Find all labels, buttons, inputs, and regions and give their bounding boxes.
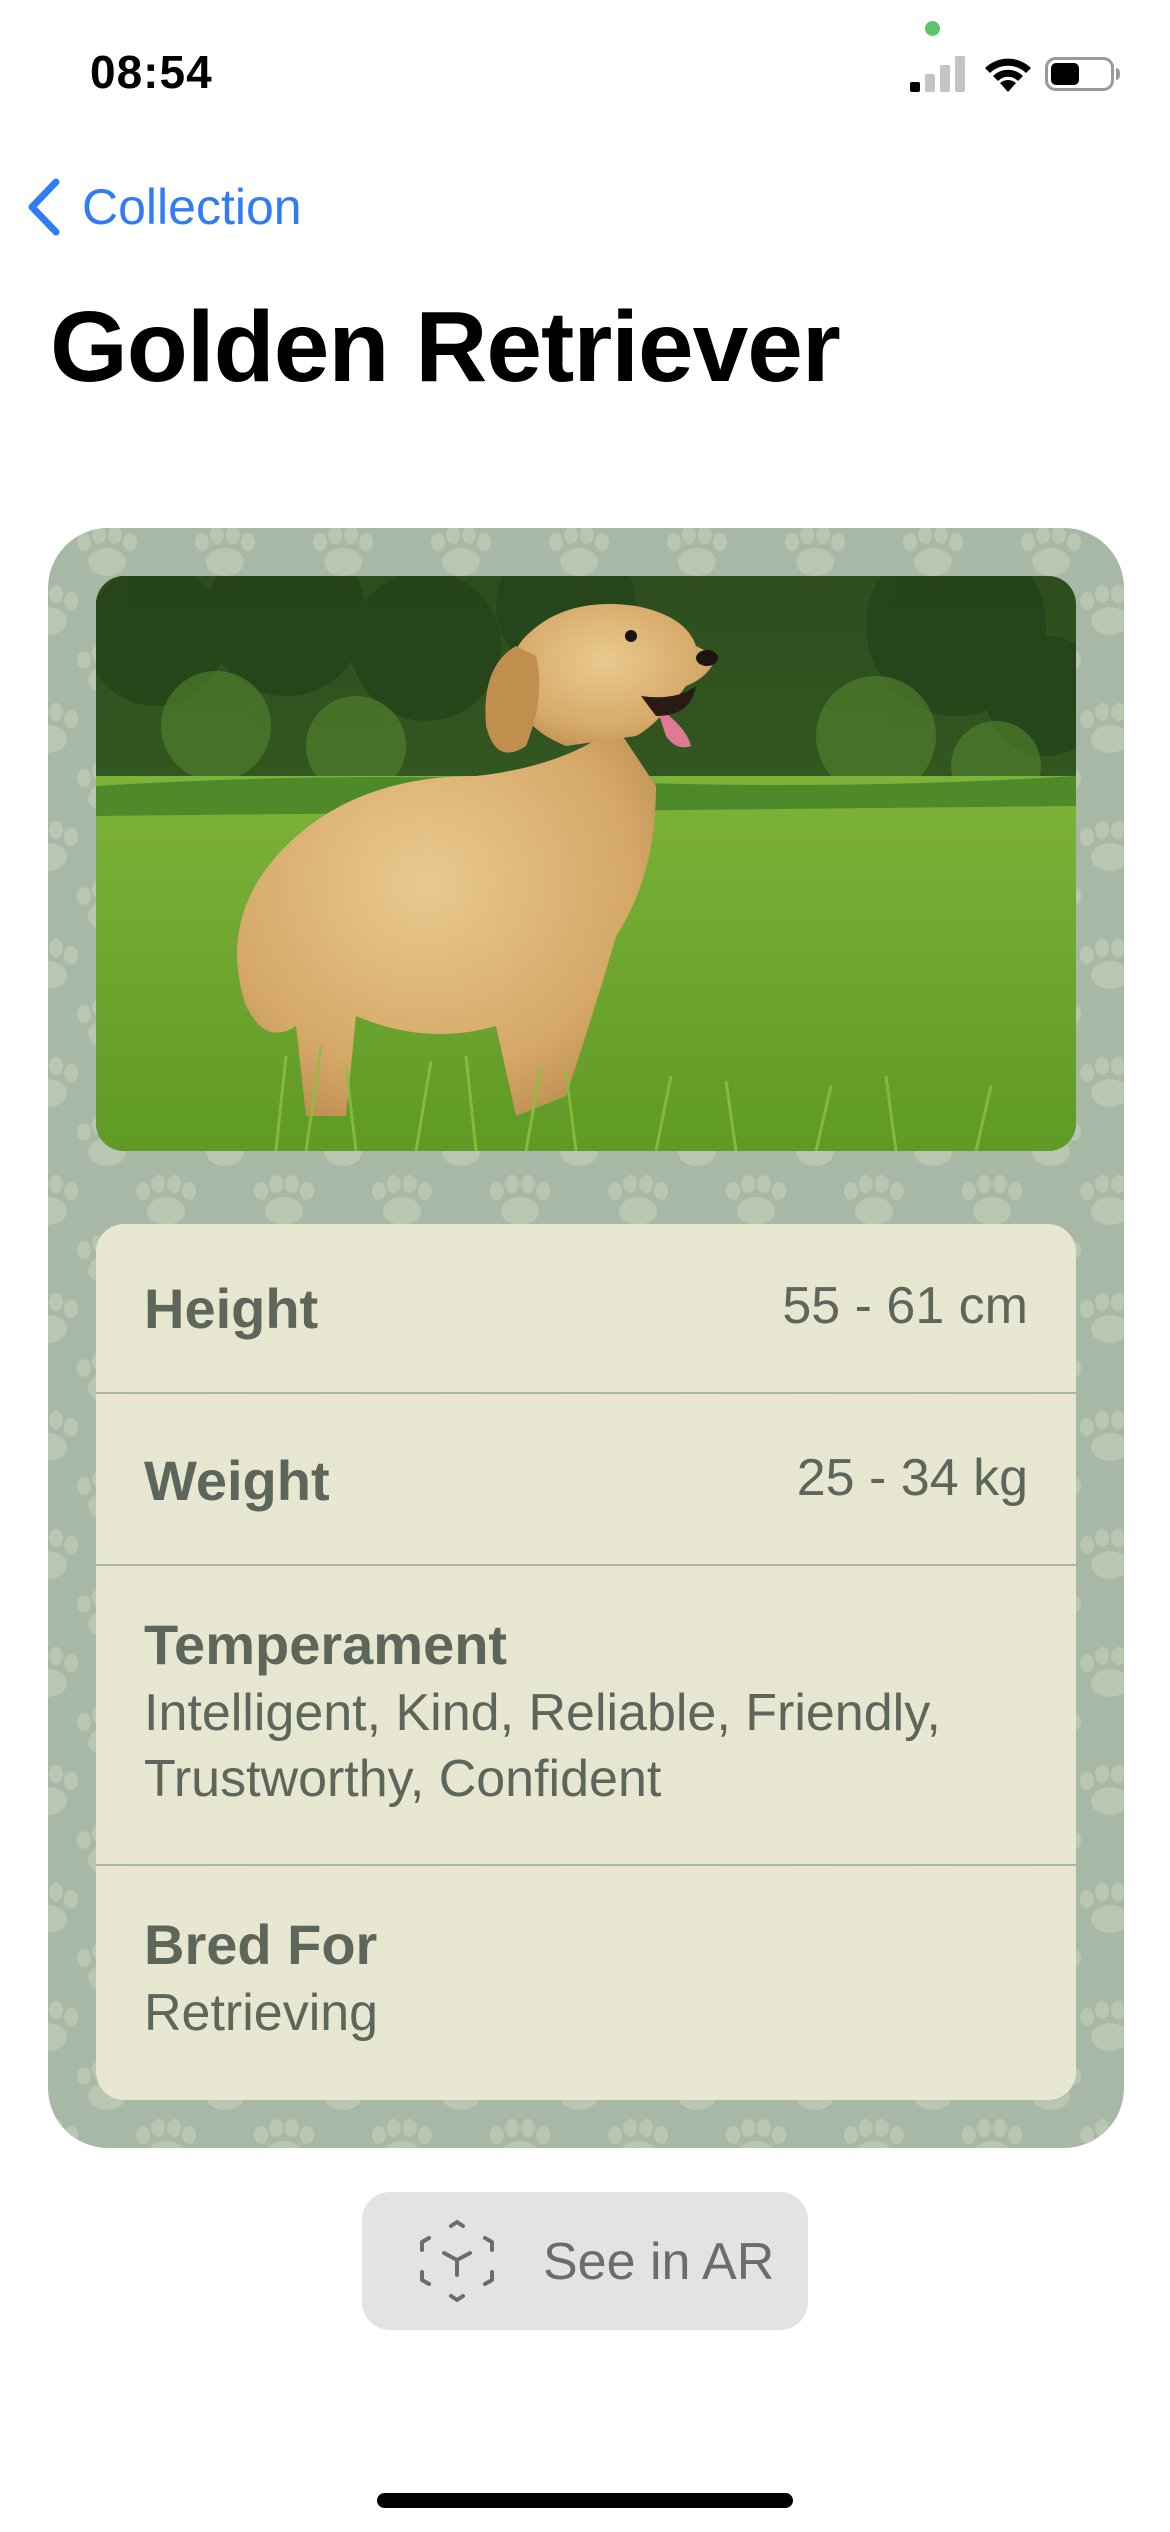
ar-cube-icon — [420, 2220, 494, 2302]
stat-row-bred-for: Bred For Retrieving — [96, 1866, 1076, 2100]
weight-value: 25 - 34 kg — [796, 1449, 1028, 1507]
bred-for-label: Bred For — [144, 1913, 378, 1976]
breed-card: Height 55 - 61 cm Weight 25 - 34 kg Temp… — [48, 528, 1124, 2148]
temperament-value: Intelligent, Kind, Reliable, Friendly, T… — [144, 1684, 941, 1808]
chevron-left-icon — [28, 178, 60, 236]
height-label: Height — [144, 1277, 319, 1340]
battery-icon — [1045, 57, 1120, 91]
stat-row-height: Height 55 - 61 cm — [96, 1224, 1076, 1394]
back-button-label: Collection — [82, 179, 302, 235]
temperament-label: Temperament — [144, 1613, 508, 1676]
back-button[interactable]: Collection — [24, 172, 302, 242]
status-time: 08:54 — [90, 46, 213, 98]
stat-row-weight: Weight 25 - 34 kg — [96, 1394, 1076, 1566]
home-indicator[interactable] — [377, 2493, 793, 2508]
golden-retriever-photo — [96, 576, 1076, 1151]
page-title: Golden Retriever — [50, 291, 841, 403]
height-value: 55 - 61 cm — [782, 1277, 1028, 1335]
see-in-ar-label: See in AR — [543, 2233, 775, 2291]
bred-for-value: Retrieving — [144, 1984, 379, 2042]
weight-label: Weight — [144, 1449, 330, 1512]
see-in-ar-button[interactable]: See in AR — [362, 2192, 808, 2330]
wifi-icon — [985, 58, 1031, 92]
cellular-signal-icon — [910, 56, 965, 92]
breed-stats-panel: Height 55 - 61 cm Weight 25 - 34 kg Temp… — [96, 1224, 1076, 2100]
privacy-indicator-dot — [925, 21, 940, 36]
stat-row-temperament: Temperament Intelligent, Kind, Reliable,… — [96, 1566, 1076, 1866]
